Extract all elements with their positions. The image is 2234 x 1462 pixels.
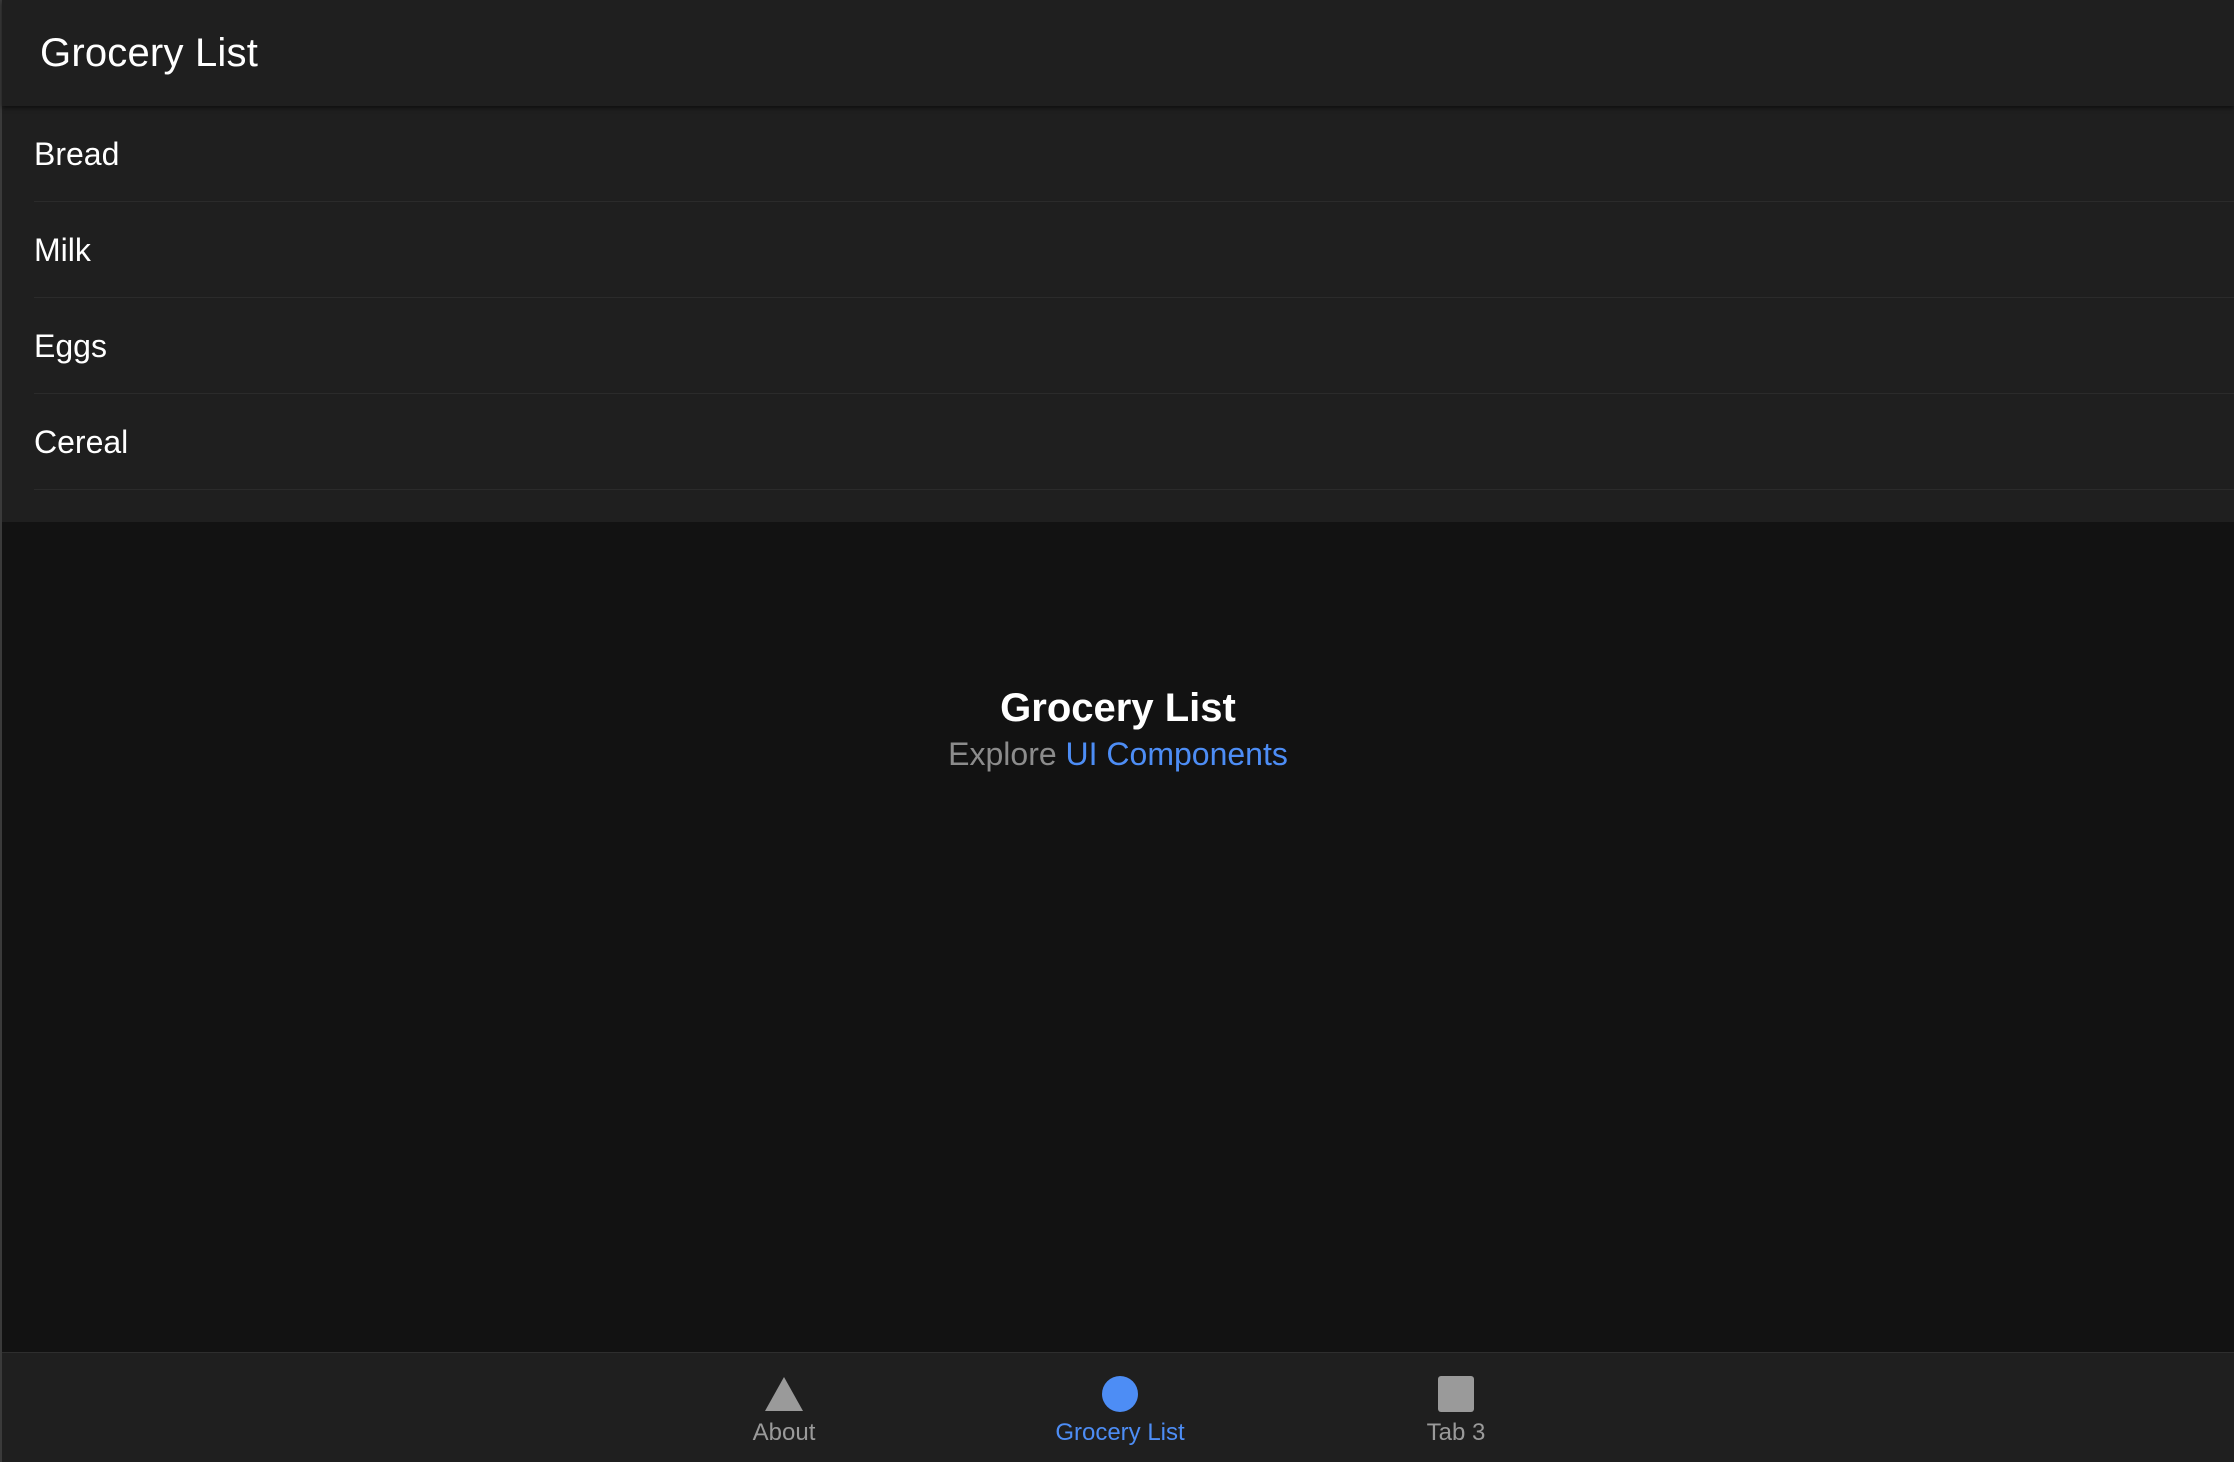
list-item-milk[interactable]: Milk [2,202,2234,298]
main-content: Grocery List Explore UI Components [2,522,2234,1352]
list-item-bread[interactable]: Bread [2,106,2234,202]
page-title: Grocery List [40,30,259,75]
explore-title: Grocery List [1000,686,1236,730]
list-item-cereal[interactable]: Cereal [2,394,2234,490]
triangle-icon [765,1375,803,1413]
tab-label: Grocery List [1055,1419,1185,1446]
ui-components-link[interactable]: UI Components [1066,736,1288,772]
app-header: Grocery List [2,0,2234,106]
list-item-label: Cereal [34,423,129,460]
tab-label: Tab 3 [1426,1419,1486,1446]
explore-subtitle: Explore UI Components [2,732,2234,776]
explore-prefix: Explore [948,736,1057,772]
list-item-label: Bread [34,135,120,172]
app-window: Grocery List Bread Milk Eggs Cereal Groc… [0,0,2234,1462]
list-item-label: Eggs [34,327,107,364]
circle-icon [1101,1375,1139,1413]
tab-label: About [752,1419,816,1446]
list-item-label: Milk [34,231,91,268]
square-icon [1437,1375,1475,1413]
tab-about[interactable]: About [664,1353,904,1462]
grocery-list: Bread Milk Eggs Cereal [2,106,2234,522]
tab-grocery-list[interactable]: Grocery List [1000,1353,1240,1462]
explore-container: Grocery List Explore UI Components [2,684,2234,776]
list-item-eggs[interactable]: Eggs [2,298,2234,394]
tab-3[interactable]: Tab 3 [1336,1353,1576,1462]
tab-bar: About Grocery List Tab 3 [2,1352,2234,1462]
